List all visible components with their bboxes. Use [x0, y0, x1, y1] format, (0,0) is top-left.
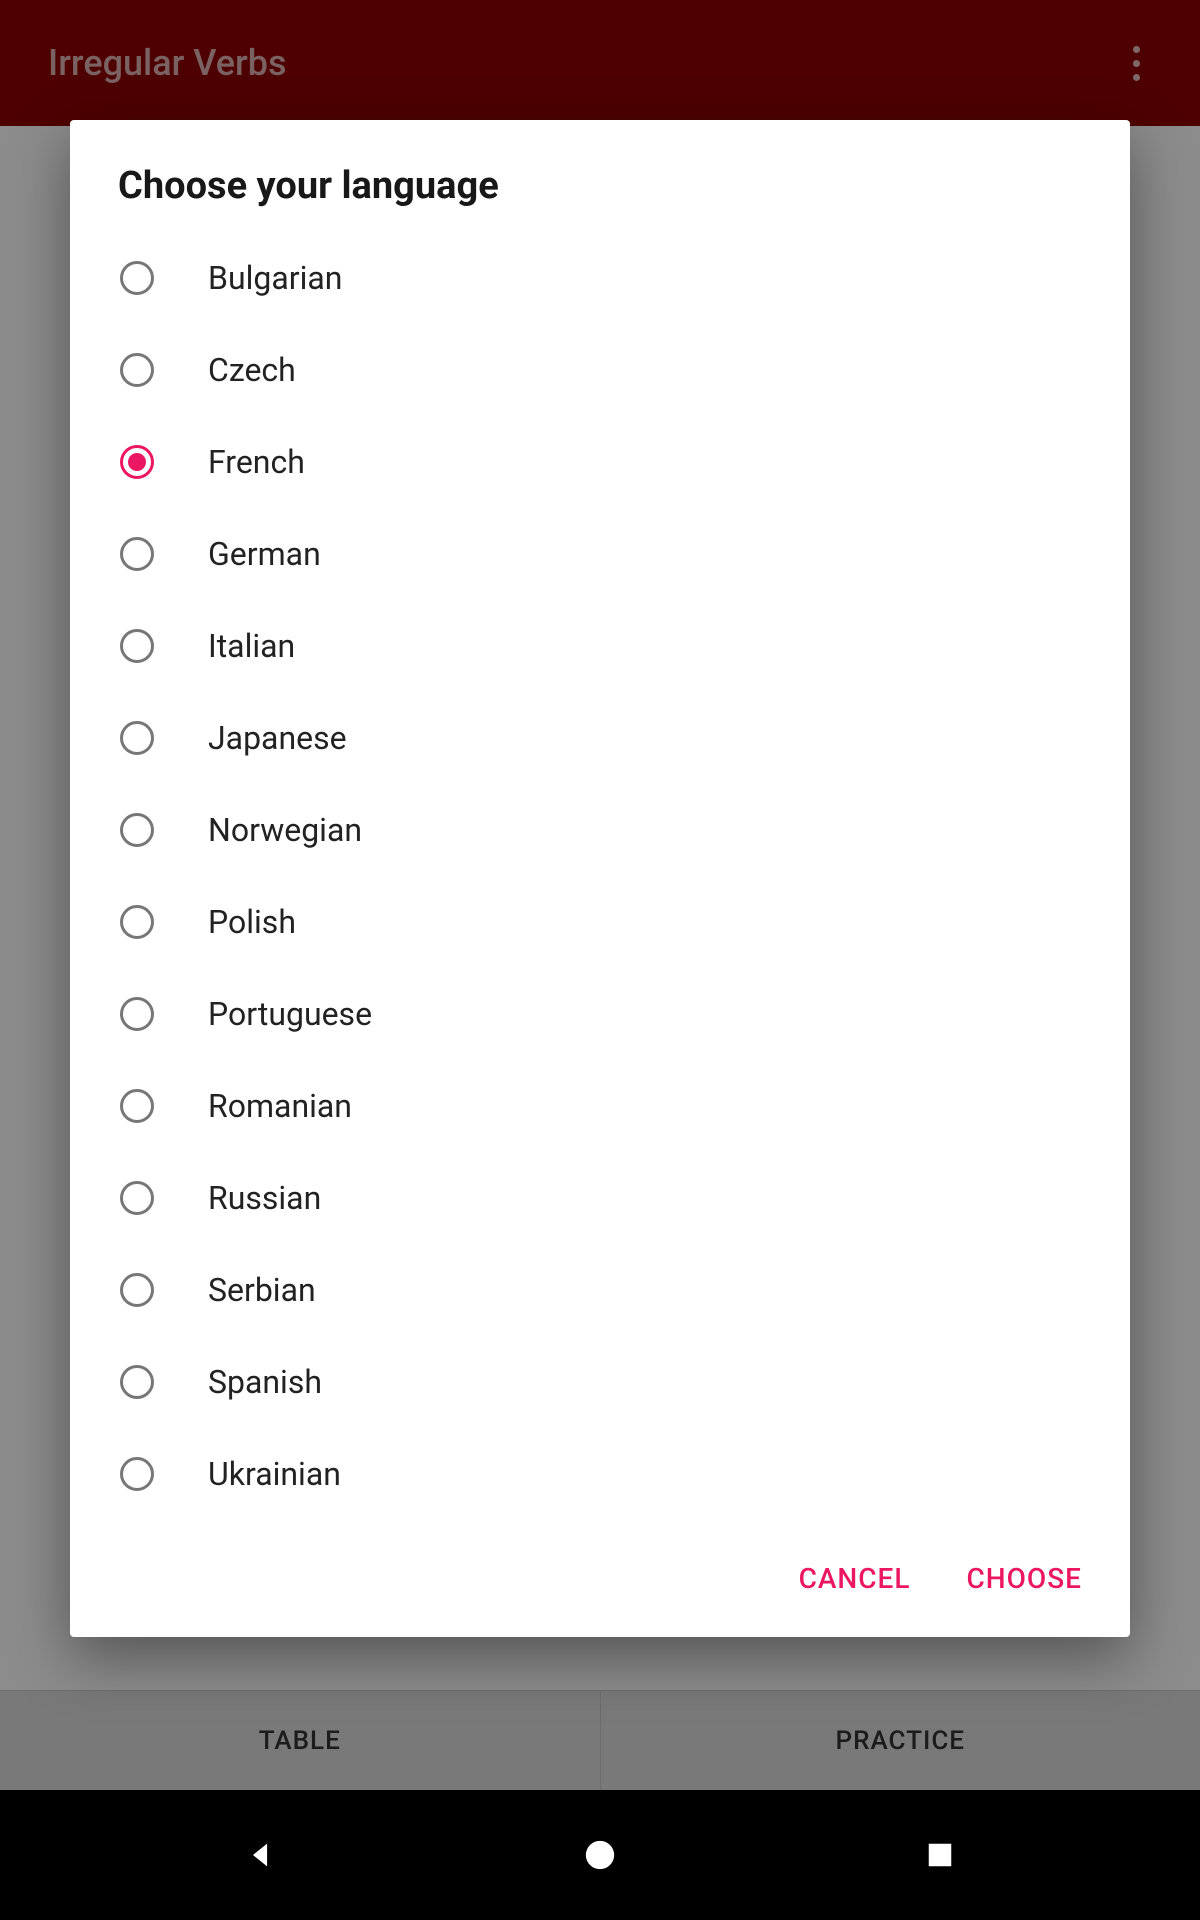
- radio-icon: [120, 261, 154, 295]
- language-option[interactable]: Polish: [70, 876, 1130, 968]
- nav-recent-icon[interactable]: [920, 1835, 960, 1875]
- language-option-label: Japanese: [208, 719, 347, 757]
- cancel-button[interactable]: CANCEL: [795, 1550, 915, 1607]
- radio-icon: [120, 1181, 154, 1215]
- radio-icon: [120, 629, 154, 663]
- language-option[interactable]: French: [70, 416, 1130, 508]
- language-option[interactable]: Ukrainian: [70, 1428, 1130, 1520]
- radio-icon: [120, 1457, 154, 1491]
- android-nav-bar: [0, 1790, 1200, 1920]
- radio-icon: [120, 1273, 154, 1307]
- language-option[interactable]: Japanese: [70, 692, 1130, 784]
- language-option-label: Spanish: [208, 1363, 322, 1401]
- language-option-label: Polish: [208, 903, 296, 941]
- radio-icon: [120, 997, 154, 1031]
- language-option[interactable]: Bulgarian: [70, 232, 1130, 324]
- language-option[interactable]: Russian: [70, 1152, 1130, 1244]
- language-option-label: Norwegian: [208, 811, 362, 849]
- dialog-scrim[interactable]: Choose your language Bulgarian Czech Frenc…: [0, 0, 1200, 1790]
- language-option[interactable]: Romanian: [70, 1060, 1130, 1152]
- language-option[interactable]: Serbian: [70, 1244, 1130, 1336]
- language-option[interactable]: Italian: [70, 600, 1130, 692]
- choose-button[interactable]: CHOOSE: [963, 1550, 1087, 1607]
- language-option-label: Italian: [208, 627, 295, 665]
- language-option-list: Bulgarian Czech French German Italian Japanes…: [70, 232, 1130, 1520]
- language-option[interactable]: Portuguese: [70, 968, 1130, 1060]
- language-option-label: Ukrainian: [208, 1455, 341, 1493]
- radio-icon: [120, 537, 154, 571]
- language-option[interactable]: Spanish: [70, 1336, 1130, 1428]
- language-option-label: Serbian: [208, 1271, 316, 1309]
- radio-icon: [120, 813, 154, 847]
- language-option-label: Bulgarian: [208, 259, 342, 297]
- language-option[interactable]: Czech: [70, 324, 1130, 416]
- language-option-label: Portuguese: [208, 995, 372, 1033]
- nav-back-icon[interactable]: [240, 1835, 280, 1875]
- language-option-label: Czech: [208, 351, 296, 389]
- language-option-label: German: [208, 535, 321, 573]
- dialog-title: Choose your language: [70, 164, 1130, 232]
- radio-icon: [120, 1089, 154, 1123]
- language-option[interactable]: Norwegian: [70, 784, 1130, 876]
- dialog-actions: CANCEL CHOOSE: [70, 1520, 1130, 1607]
- language-option-label: Romanian: [208, 1087, 352, 1125]
- radio-icon: [120, 721, 154, 755]
- radio-icon: [120, 1365, 154, 1399]
- nav-home-icon[interactable]: [580, 1835, 620, 1875]
- language-option-label: French: [208, 443, 305, 481]
- language-option[interactable]: German: [70, 508, 1130, 600]
- language-option-label: Russian: [208, 1179, 321, 1217]
- radio-icon: [120, 353, 154, 387]
- radio-icon: [120, 445, 154, 479]
- radio-icon: [120, 905, 154, 939]
- language-dialog: Choose your language Bulgarian Czech Frenc…: [70, 120, 1130, 1637]
